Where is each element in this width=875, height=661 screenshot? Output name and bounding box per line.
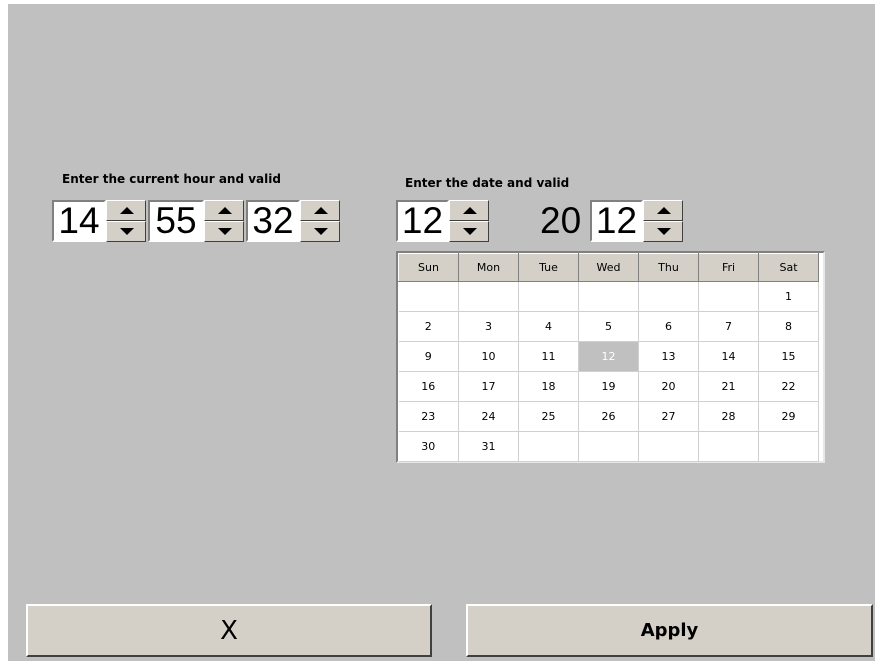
- minute-down-button[interactable]: [204, 221, 244, 242]
- weekday-header: Thu: [638, 253, 699, 282]
- calendar: Sun Mon Tue Wed Thu Fri Sat 1 2 3 4 5 6 7 8 9 10 11 12 13 1…: [396, 251, 825, 463]
- calendar-week-row: 23 24 25 26 27 28 29: [398, 401, 819, 432]
- arrow-down-icon: [120, 228, 134, 235]
- calendar-empty-cell: [698, 431, 759, 462]
- calendar-day[interactable]: 9: [398, 341, 459, 372]
- arrow-up-icon: [463, 207, 477, 214]
- cancel-button[interactable]: X: [26, 604, 432, 657]
- calendar-day[interactable]: 16: [398, 371, 459, 402]
- calendar-day[interactable]: 3: [458, 311, 519, 342]
- calendar-day[interactable]: 23: [398, 401, 459, 432]
- weekday-header: Fri: [698, 253, 759, 282]
- calendar-day[interactable]: 2: [398, 311, 459, 342]
- calendar-empty-cell: [518, 281, 579, 312]
- calendar-day[interactable]: 13: [638, 341, 699, 372]
- calendar-day[interactable]: 30: [398, 431, 459, 462]
- calendar-body: 1 2 3 4 5 6 7 8 9 10 11 12 13 14 15 16 17 18 19 20 21 22 23 24 2…: [398, 281, 819, 462]
- calendar-day[interactable]: 17: [458, 371, 519, 402]
- month-up-button[interactable]: [449, 200, 489, 221]
- hour-down-button[interactable]: [106, 221, 146, 242]
- calendar-week-row: 1: [398, 281, 819, 312]
- month-spinner: [449, 200, 489, 242]
- arrow-up-icon: [120, 207, 134, 214]
- calendar-week-row: 9 10 11 12 13 14 15: [398, 341, 819, 372]
- weekday-header: Wed: [578, 253, 639, 282]
- calendar-day[interactable]: 25: [518, 401, 579, 432]
- calendar-empty-cell: [578, 431, 639, 462]
- calendar-day[interactable]: 15: [758, 341, 819, 372]
- hour-spinner: [106, 200, 146, 242]
- weekday-header: Sun: [398, 253, 459, 282]
- year-field[interactable]: 12: [590, 200, 643, 242]
- arrow-down-icon: [463, 228, 477, 235]
- calendar-day[interactable]: 29: [758, 401, 819, 432]
- year-up-button[interactable]: [643, 200, 683, 221]
- calendar-grid: Sun Mon Tue Wed Thu Fri Sat 1 2 3 4 5 6 7 8 9 10 11 12 13 1…: [398, 253, 819, 462]
- weekday-header: Mon: [458, 253, 519, 282]
- calendar-day[interactable]: 12: [578, 341, 639, 372]
- year-prefix: 20: [540, 200, 582, 241]
- date-label: Enter the date and valid: [405, 176, 570, 190]
- calendar-day[interactable]: 22: [758, 371, 819, 402]
- calendar-week-row: 2345678: [398, 311, 819, 342]
- calendar-empty-cell: [518, 431, 579, 462]
- calendar-day[interactable]: 4: [518, 311, 579, 342]
- calendar-empty-cell: [458, 281, 519, 312]
- calendar-day[interactable]: 28: [698, 401, 759, 432]
- calendar-empty-cell: [398, 281, 459, 312]
- second-spinner: [300, 200, 340, 242]
- arrow-up-icon: [218, 207, 232, 214]
- month-down-button[interactable]: [449, 221, 489, 242]
- month-field[interactable]: 12: [396, 200, 449, 242]
- weekday-header: Tue: [518, 253, 579, 282]
- calendar-empty-cell: [578, 281, 639, 312]
- calendar-day[interactable]: 6: [638, 311, 699, 342]
- calendar-empty-cell: [638, 281, 699, 312]
- minute-spinner: [204, 200, 244, 242]
- calendar-day[interactable]: 27: [638, 401, 699, 432]
- arrow-down-icon: [657, 228, 671, 235]
- calendar-day[interactable]: 5: [578, 311, 639, 342]
- arrow-up-icon: [314, 207, 328, 214]
- arrow-up-icon: [657, 207, 671, 214]
- hour-field[interactable]: 14: [52, 200, 106, 242]
- weekday-header: Sat: [758, 253, 819, 282]
- calendar-day[interactable]: 26: [578, 401, 639, 432]
- weekday-header-row: Sun Mon Tue Wed Thu Fri Sat: [398, 253, 819, 282]
- calendar-day[interactable]: 11: [518, 341, 579, 372]
- calendar-empty-cell: [698, 281, 759, 312]
- year-down-button[interactable]: [643, 221, 683, 242]
- hour-up-button[interactable]: [106, 200, 146, 221]
- calendar-day[interactable]: 19: [578, 371, 639, 402]
- calendar-week-row: 30 31: [398, 431, 819, 462]
- second-down-button[interactable]: [300, 221, 340, 242]
- arrow-down-icon: [314, 228, 328, 235]
- minute-up-button[interactable]: [204, 200, 244, 221]
- calendar-day[interactable]: 14: [698, 341, 759, 372]
- calendar-week-row: 16 17 18 19 20 21 22: [398, 371, 819, 402]
- arrow-down-icon: [218, 228, 232, 235]
- calendar-day[interactable]: 8: [758, 311, 819, 342]
- second-field[interactable]: 32: [246, 200, 300, 242]
- time-label: Enter the current hour and valid: [62, 172, 281, 186]
- calendar-day[interactable]: 31: [458, 431, 519, 462]
- calendar-day[interactable]: 24: [458, 401, 519, 432]
- apply-button[interactable]: Apply: [466, 604, 873, 657]
- calendar-day[interactable]: 1: [758, 281, 819, 312]
- calendar-day[interactable]: 7: [698, 311, 759, 342]
- calendar-day[interactable]: 10: [458, 341, 519, 372]
- second-up-button[interactable]: [300, 200, 340, 221]
- minute-field[interactable]: 55: [148, 200, 204, 242]
- calendar-empty-cell: [758, 431, 819, 462]
- year-spinner: [643, 200, 683, 242]
- calendar-day[interactable]: 21: [698, 371, 759, 402]
- calendar-day[interactable]: 18: [518, 371, 579, 402]
- calendar-day[interactable]: 20: [638, 371, 699, 402]
- calendar-empty-cell: [638, 431, 699, 462]
